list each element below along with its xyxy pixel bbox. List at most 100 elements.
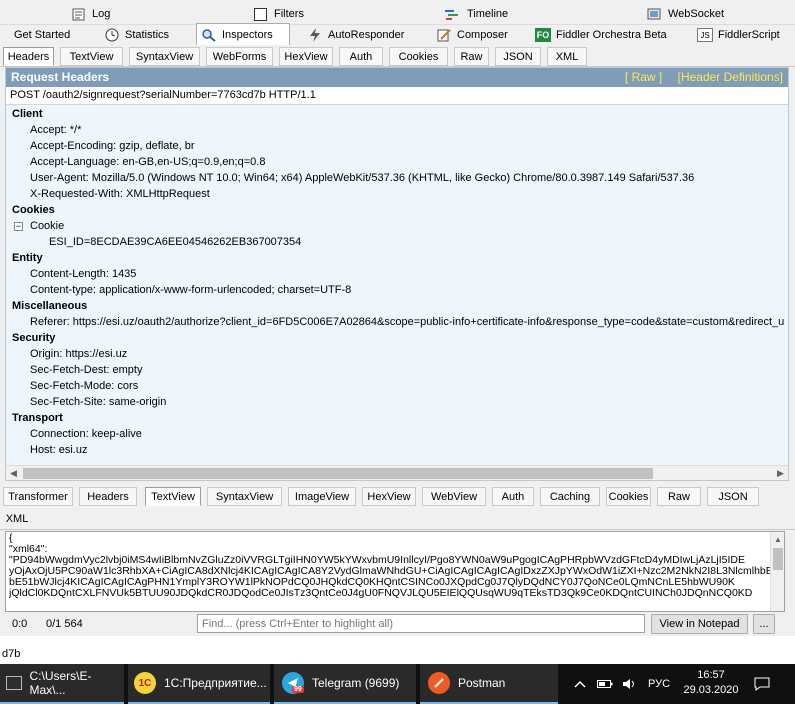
battery-icon[interactable] [597, 664, 613, 704]
tab-websocket[interactable]: WebSocket [647, 5, 724, 23]
req-tab-auth[interactable]: Auth [339, 47, 383, 66]
vertical-scrollbar[interactable]: ▲ [770, 532, 784, 611]
clock-icon [104, 28, 120, 42]
req-tab-textview[interactable]: TextView [60, 47, 123, 66]
tab-timeline-label: Timeline [467, 8, 509, 20]
resp-tab-webview[interactable]: WebView [422, 487, 486, 506]
tab-fiddler-orchestra[interactable]: FO Fiddler Orchestra Beta [531, 25, 671, 45]
scroll-up-icon[interactable]: ▲ [771, 532, 784, 546]
collapse-toggle-icon[interactable]: − [14, 222, 23, 231]
request-line: POST /oauth2/signrequest?serialNumber=77… [6, 87, 788, 105]
header-host[interactable]: Host: esi.uz [30, 444, 87, 456]
resp-tab-imageview[interactable]: ImageView [288, 487, 356, 506]
req-tab-syntaxview[interactable]: SyntaxView [129, 47, 200, 66]
taskbar-console[interactable]: C:\Users\E-Max\... [0, 664, 124, 704]
response-line: "xml64": [9, 544, 48, 555]
resp-tab-cookies[interactable]: Cookies [606, 487, 651, 506]
resp-tab-textview[interactable]: TextView [145, 487, 201, 506]
section-entity[interactable]: Entity [12, 252, 43, 264]
req-tab-xml[interactable]: XML [547, 47, 587, 66]
header-referer[interactable]: Referer: https://esi.uz/oauth2/authorize… [30, 316, 784, 328]
cookie-node[interactable]: Cookie [30, 220, 64, 232]
tab-fiddlerscript[interactable]: JS FiddlerScript [693, 25, 784, 45]
tab-get-started-label: Get Started [14, 29, 71, 41]
raw-link[interactable]: [ Raw ] [625, 70, 662, 84]
tab-statistics[interactable]: Statistics [100, 25, 173, 45]
resp-tab-transformer[interactable]: Transformer [3, 487, 73, 506]
vscroll-thumb[interactable] [773, 548, 783, 570]
header-origin[interactable]: Origin: https://esi.uz [30, 348, 127, 360]
tab-timeline[interactable]: Timeline [444, 5, 508, 23]
notification-icon[interactable] [754, 664, 770, 704]
postman-icon [428, 672, 450, 694]
taskbar-postman[interactable]: Postman [420, 664, 558, 704]
header-user-agent[interactable]: User-Agent: Mozilla/5.0 (Windows NT 10.0… [30, 172, 694, 184]
scroll-left-icon[interactable]: ◀ [6, 466, 21, 480]
tab-inspectors-label: Inspectors [222, 28, 273, 41]
windows-taskbar: C:\Users\E-Max\... 1C 1C:Предприятие... … [0, 664, 795, 704]
tab-log[interactable]: Log [72, 5, 110, 23]
header-connection[interactable]: Connection: keep-alive [30, 428, 142, 440]
resp-tab-auth[interactable]: Auth [492, 487, 534, 506]
scrollbar-thumb[interactable] [23, 468, 653, 479]
lightning-icon [307, 28, 323, 42]
section-transport[interactable]: Transport [12, 412, 63, 424]
req-tab-cookies[interactable]: Cookies [389, 47, 448, 66]
tab-filters[interactable]: Filters [254, 5, 304, 23]
find-input[interactable] [197, 614, 645, 633]
section-miscellaneous[interactable]: Miscellaneous [12, 300, 87, 312]
top-tab-row-2: Get Started Statistics Inspectors AutoRe… [0, 23, 795, 45]
response-textview[interactable]: { "xml64": "PD94bWwgdmVyc2lvbj0iMS4wIiBl… [5, 531, 785, 612]
tab-autoresponder[interactable]: AutoResponder [303, 25, 408, 45]
taskbar-1c[interactable]: 1C 1C:Предприятие... [128, 664, 270, 704]
resp-tab-caching[interactable]: Caching [540, 487, 600, 506]
section-cookies[interactable]: Cookies [12, 204, 55, 216]
req-tab-hexview[interactable]: HexView [279, 47, 333, 66]
req-tab-headers[interactable]: Headers [3, 47, 54, 66]
header-accept[interactable]: Accept: */* [30, 124, 81, 136]
req-tab-raw[interactable]: Raw [454, 47, 489, 66]
resp-tab-hexview[interactable]: HexView [362, 487, 416, 506]
header-definitions-link[interactable]: [Header Definitions] [678, 70, 783, 84]
header-content-length[interactable]: Content-Length: 1435 [30, 268, 136, 280]
resp-tab-syntaxview[interactable]: SyntaxView [207, 487, 282, 506]
header-accept-encoding[interactable]: Accept-Encoding: gzip, deflate, br [30, 140, 194, 152]
tab-inspectors[interactable]: Inspectors [196, 23, 290, 45]
tab-composer[interactable]: Composer [432, 25, 512, 45]
req-tab-json[interactable]: JSON [495, 47, 541, 66]
more-options-button[interactable]: ... [753, 614, 775, 634]
tray-chevron-icon[interactable] [574, 664, 586, 704]
tab-log-label: Log [92, 8, 111, 20]
websocket-icon [647, 8, 661, 21]
resp-tab-json[interactable]: JSON [707, 487, 759, 506]
header-x-requested-with[interactable]: X-Requested-With: XMLHttpRequest [30, 188, 210, 200]
tab-composer-label: Composer [457, 29, 508, 41]
resp-tab-xml[interactable]: XML [0, 509, 34, 528]
resp-tab-headers[interactable]: Headers [79, 487, 137, 506]
magnifier-icon [201, 28, 217, 42]
section-security[interactable]: Security [12, 332, 55, 344]
response-inspector-tabs: Transformer Headers TextView SyntaxView … [0, 485, 795, 507]
cookie-value[interactable]: ESI_ID=8ECDAE39CA6EE04546262EB367007354 [49, 236, 301, 248]
clock-time: 16:57 [697, 669, 725, 681]
horizontal-scrollbar[interactable]: ◀ ▶ [6, 465, 788, 480]
header-sec-fetch-site[interactable]: Sec-Fetch-Site: same-origin [30, 396, 166, 408]
input-language[interactable]: РУС [648, 664, 670, 704]
req-tab-webforms[interactable]: WebForms [206, 47, 273, 66]
section-client[interactable]: Client [12, 108, 43, 120]
header-sec-fetch-dest[interactable]: Sec-Fetch-Dest: empty [30, 364, 142, 376]
scroll-right-icon[interactable]: ▶ [773, 466, 788, 480]
header-accept-language[interactable]: Accept-Language: en-GB,en-US;q=0.9,en;q=… [30, 156, 265, 168]
checkbox-icon [254, 7, 267, 21]
response-inspector-tabs-row2: XML [0, 507, 795, 530]
header-content-type[interactable]: Content-type: application/x-www-form-url… [30, 284, 351, 296]
volume-icon[interactable] [622, 664, 636, 704]
header-sec-fetch-mode[interactable]: Sec-Fetch-Mode: cors [30, 380, 138, 392]
taskbar-console-label: C:\Users\E-Max\... [29, 669, 92, 697]
view-in-notepad-button[interactable]: View in Notepad [651, 614, 748, 634]
resp-tab-raw[interactable]: Raw [657, 487, 701, 506]
tab-get-started[interactable]: Get Started [10, 25, 74, 45]
taskbar-telegram[interactable]: 99 Telegram (9699) [274, 664, 416, 704]
taskbar-clock[interactable]: 16:57 29.03.2020 [682, 668, 740, 698]
response-line: bE51bWJlcj4KICAgICAgICAgPHN1YmplY3ROYW1l… [9, 577, 735, 588]
